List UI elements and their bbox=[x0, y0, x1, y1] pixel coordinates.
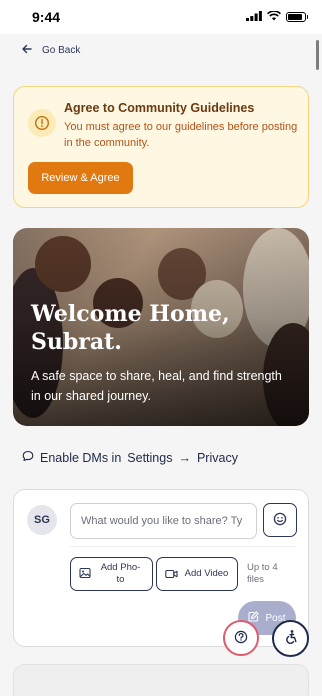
settings-link[interactable]: Settings bbox=[127, 451, 172, 465]
add-photo-label: Add Pho-to bbox=[100, 562, 141, 585]
add-video-label: Add Video bbox=[184, 568, 229, 579]
dm-hint-prefix: Enable DMs in bbox=[40, 450, 122, 465]
share-input[interactable] bbox=[70, 503, 257, 539]
arrow-left-icon bbox=[22, 41, 32, 59]
go-back-label: Go Back bbox=[42, 44, 81, 56]
alert-circle-icon bbox=[28, 109, 56, 137]
hero-subtitle: A safe space to share, heal, and find st… bbox=[31, 369, 282, 403]
signal-icon bbox=[246, 8, 262, 26]
post-composer: SG Add Pho-to Add Video Up to 4 files Po… bbox=[13, 489, 309, 647]
dm-hint-arrow: → bbox=[178, 450, 191, 465]
scrollbar[interactable] bbox=[316, 40, 319, 70]
emoji-button[interactable] bbox=[263, 503, 297, 537]
guidelines-text: You must agree to our guidelines before … bbox=[64, 121, 298, 149]
divider bbox=[70, 546, 296, 547]
add-video-button[interactable]: Add Video bbox=[156, 557, 238, 591]
file-limit-text: Up to 4 files bbox=[247, 562, 278, 585]
image-icon bbox=[79, 567, 91, 582]
go-back-button[interactable]: Go Back bbox=[0, 34, 322, 66]
hero-title: Welcome Home, Subrat. bbox=[31, 301, 230, 355]
add-photo-button[interactable]: Add Pho-to bbox=[70, 557, 153, 591]
accessibility-icon bbox=[283, 629, 299, 648]
status-icons bbox=[246, 8, 308, 26]
wifi-icon bbox=[267, 8, 281, 26]
smile-icon bbox=[273, 512, 287, 529]
battery-icon bbox=[286, 12, 308, 22]
review-agree-button[interactable]: Review & Agree bbox=[28, 162, 133, 194]
welcome-hero-image: Welcome Home, Subrat. A safe space to sh… bbox=[13, 228, 309, 426]
guidelines-title: Agree to Community Guidelines bbox=[64, 101, 255, 115]
chat-bubble-icon bbox=[22, 450, 34, 465]
privacy-link[interactable]: Privacy bbox=[197, 451, 238, 465]
accessibility-button[interactable] bbox=[272, 620, 309, 657]
avatar: SG bbox=[27, 505, 57, 535]
next-post-card bbox=[13, 664, 309, 696]
guidelines-banner: Agree to Community Guidelines You must a… bbox=[13, 86, 309, 208]
help-button[interactable] bbox=[223, 620, 259, 656]
status-bar: 9:44 bbox=[0, 0, 322, 34]
dm-settings-hint: Enable DMs in Settings → Privacy bbox=[22, 450, 238, 465]
video-icon bbox=[165, 567, 178, 582]
status-time: 9:44 bbox=[32, 9, 61, 25]
question-icon bbox=[234, 630, 248, 647]
